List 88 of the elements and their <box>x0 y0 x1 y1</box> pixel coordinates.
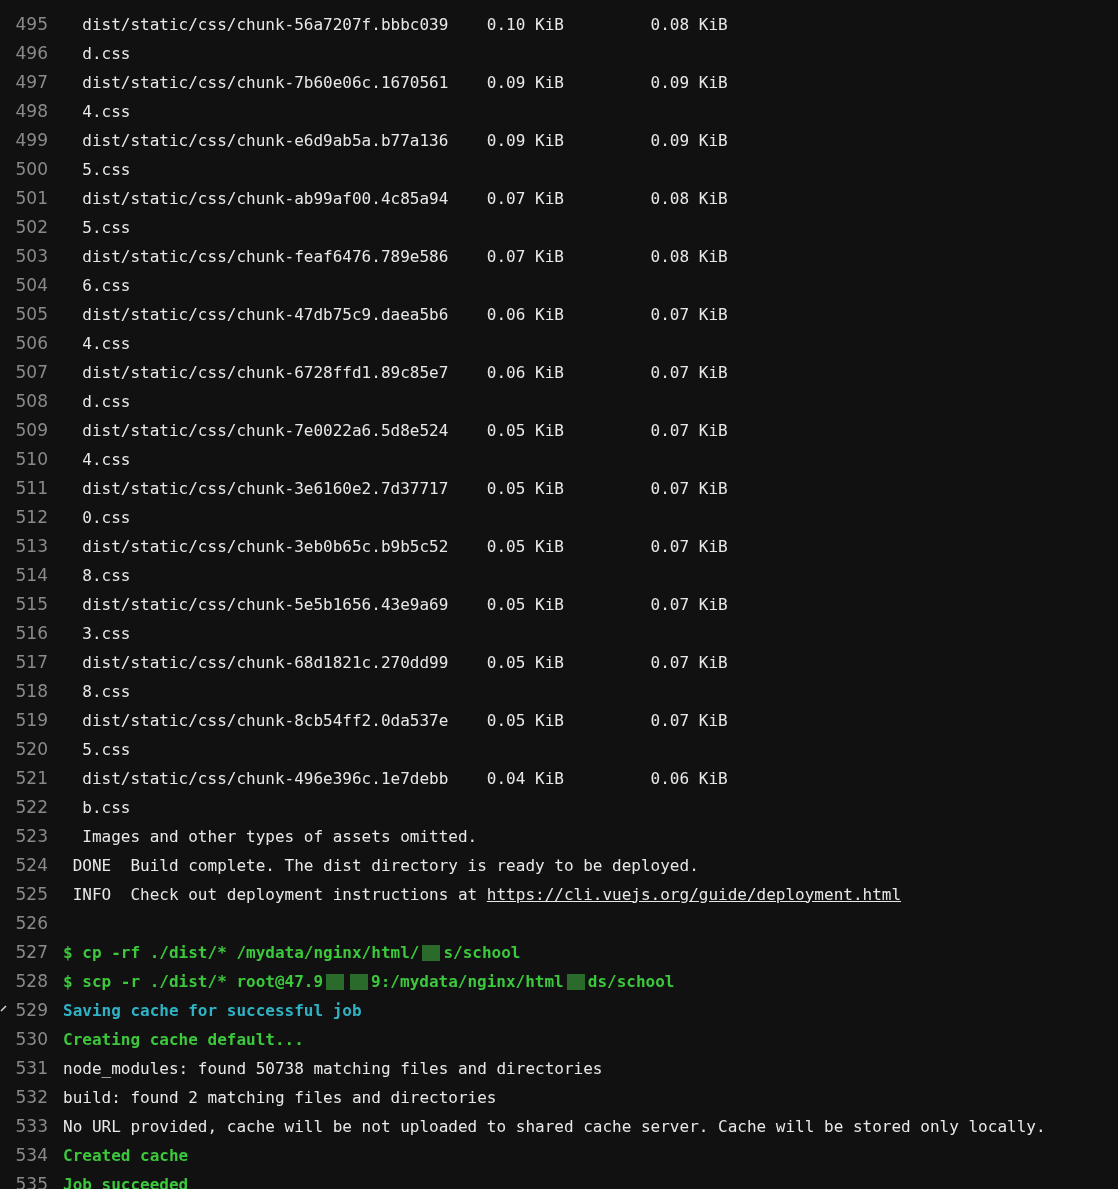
line-number: 495 <box>15 12 48 36</box>
log-text: 4.css <box>81 448 131 471</box>
log-text: 8.css <box>81 564 131 587</box>
line-number: 522 <box>15 795 48 819</box>
line-number: 524 <box>15 853 48 877</box>
log-text: dist/static/css/chunk-feaf6476.789e586 0.07 KiB 0.08 KiB <box>81 245 728 268</box>
log-text: dist/static/css/chunk-ab99af00.4c85a94 0.07 KiB 0.08 KiB <box>81 187 728 210</box>
log-text: 5.css <box>81 216 131 239</box>
log-text: Job succeeded <box>63 1173 189 1189</box>
log-text: 0.css <box>81 506 131 529</box>
line-number: 529 <box>15 998 48 1022</box>
line-number: 518 <box>15 679 48 703</box>
line-number: 532 <box>15 1085 48 1109</box>
log-text: 9:/mydata/nginx/html <box>371 970 564 993</box>
line-number: 533 <box>15 1114 48 1138</box>
log-text: $ cp -rf ./dist/* /mydata/nginx/html/ <box>63 941 420 964</box>
line-number: 517 <box>15 650 48 674</box>
log-text: Creating cache default... <box>63 1028 304 1051</box>
redaction-block <box>326 973 345 990</box>
line-number: 497 <box>15 70 48 94</box>
log-text: dist/static/css/chunk-6728ffd1.89c85e7 0.06 KiB 0.07 KiB <box>81 361 728 384</box>
line-number: 514 <box>15 563 48 587</box>
line-number: 499 <box>15 128 48 152</box>
log-text: node_modules: found 50738 matching files and directories <box>63 1057 603 1080</box>
line-number: 526 <box>15 911 48 935</box>
log-text: dist/static/css/chunk-68d1821c.270dd99 0.05 KiB 0.07 KiB <box>81 651 728 674</box>
line-number: 520 <box>15 737 48 761</box>
redaction-block <box>566 973 585 990</box>
link[interactable]: https://cli.vuejs.org/guide/deployment.html <box>486 882 902 907</box>
line-number: 509 <box>15 418 48 442</box>
line-number: 530 <box>15 1027 48 1051</box>
line-number: 510 <box>15 447 48 471</box>
log-text: Images and other types of assets omitted. <box>81 825 478 848</box>
line-number: 515 <box>15 592 48 616</box>
log-text: dist/static/css/chunk-3e6160e2.7d37717 0.05 KiB 0.07 KiB <box>81 477 728 500</box>
line-number: 528 <box>15 969 48 993</box>
line-number: 523 <box>15 824 48 848</box>
line-number: 504 <box>15 273 48 297</box>
log-text: 4.css <box>81 332 131 355</box>
log-text: 5.css <box>81 738 131 761</box>
log-text: dist/static/css/chunk-e6d9ab5a.b77a136 0.09 KiB 0.09 KiB <box>81 129 728 152</box>
log-text: 5.css <box>81 158 131 181</box>
line-number: 502 <box>15 215 48 239</box>
line-number: 501 <box>15 186 48 210</box>
log-text: INFO Check out deployment instructions at <box>71 883 479 906</box>
log-text: ds/school <box>587 970 675 993</box>
line-number: 496 <box>15 41 48 65</box>
line-number: 527 <box>15 940 48 964</box>
line-number: 506 <box>15 331 48 355</box>
line-number: 498 <box>15 99 48 123</box>
line-number: 511 <box>15 476 48 500</box>
log-text: 6.css <box>81 274 131 297</box>
log-text: dist/static/css/chunk-5e5b1656.43e9a69 0.05 KiB 0.07 KiB <box>81 593 728 616</box>
line-number: 521 <box>15 766 48 790</box>
log-text: build: found 2 matching files and directories <box>63 1086 497 1109</box>
log-text: Saving cache for successful job <box>63 999 362 1022</box>
log-text: Created cache <box>63 1144 189 1167</box>
log-text: No URL provided, cache will be not uploaded to shared cache server. Cache will be stored only locally. <box>63 1115 1046 1138</box>
line-number: 512 <box>15 505 48 529</box>
log-text: DONE Build complete. The dist directory is ready to be deployed. <box>71 854 699 877</box>
log-text: 4.css <box>81 100 131 123</box>
line-number: 503 <box>15 244 48 268</box>
line-number: 525 <box>15 882 48 906</box>
line-number: 505 <box>15 302 48 326</box>
line-number: 508 <box>15 389 48 413</box>
log-text: dist/static/css/chunk-8cb54ff2.0da537e 0.05 KiB 0.07 KiB <box>81 709 728 732</box>
line-number: 519 <box>15 708 48 732</box>
log-text: d.css <box>81 42 131 65</box>
log-text: dist/static/css/chunk-7b60e06c.1670561 0.09 KiB 0.09 KiB <box>81 71 728 94</box>
redaction-block <box>422 944 441 961</box>
log-text: 8.css <box>81 680 131 703</box>
log-text: dist/static/css/chunk-56a7207f.bbbc039 0.10 KiB 0.08 KiB <box>81 13 728 36</box>
line-number: 513 <box>15 534 48 558</box>
log-text: dist/static/css/chunk-496e396c.1e7debb 0.04 KiB 0.06 KiB <box>81 767 728 790</box>
log-text: dist/static/css/chunk-7e0022a6.5d8e524 0.05 KiB 0.07 KiB <box>81 419 728 442</box>
log-text: b.css <box>81 796 131 819</box>
log-text: $ scp -r ./dist/* root@47.9 <box>63 970 324 993</box>
log-text: s/school <box>443 941 521 964</box>
log-text: dist/static/css/chunk-47db75c9.daea5b6 0.06 KiB 0.07 KiB <box>81 303 728 326</box>
line-number: 534 <box>15 1143 48 1167</box>
line-number: 516 <box>15 621 48 645</box>
line-number: 507 <box>15 360 48 384</box>
line-number: 500 <box>15 157 48 181</box>
log-text: d.css <box>81 390 131 413</box>
line-number: 531 <box>15 1056 48 1080</box>
log-text: 3.css <box>81 622 131 645</box>
redaction-block <box>350 973 369 990</box>
log-text: dist/static/css/chunk-3eb0b65c.b9b5c52 0.05 KiB 0.07 KiB <box>81 535 728 558</box>
